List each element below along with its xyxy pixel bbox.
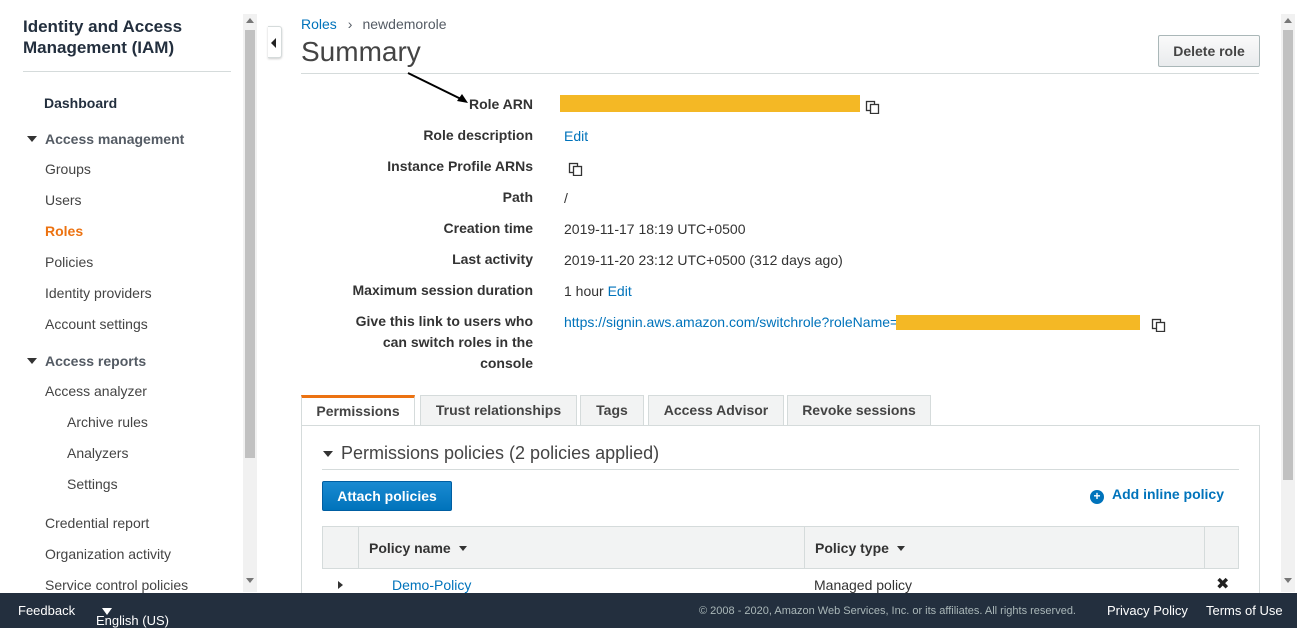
sidebar-item-analyzers[interactable]: Analyzers [67, 445, 128, 461]
sidebar-item-organization-activity[interactable]: Organization activity [45, 546, 171, 562]
footer: Feedback English (US) © 2008 - 2020, Ama… [0, 593, 1297, 628]
section-label: Access management [45, 131, 185, 147]
creation-time-label: Creation time [443, 220, 533, 236]
detach-policy-close-icon[interactable]: ✖ [1216, 574, 1229, 594]
tab-access-advisor[interactable]: Access Advisor [648, 395, 784, 425]
sidebar-section-access-management[interactable]: Access management [27, 131, 184, 147]
breadcrumb-current: newdemorole [362, 16, 447, 32]
policy-type-value: Managed policy [814, 577, 913, 593]
chevron-right-icon: › [347, 16, 353, 32]
plus-circle-icon: + [1090, 490, 1104, 504]
switch-role-link-label: Give this link to users who can switch r… [356, 311, 533, 374]
sidebar-item-account-settings[interactable]: Account settings [45, 316, 148, 332]
copy-icon[interactable] [1151, 316, 1167, 332]
column-divider [358, 527, 359, 568]
sidebar-item-service-control-policies[interactable]: Service control policies [45, 577, 188, 593]
copy-icon[interactable] [865, 98, 881, 114]
switch-role-label-line-1: Give this link to users who [355, 313, 533, 329]
sidebar-item-policies[interactable]: Policies [45, 254, 93, 270]
breadcrumb: Roles › newdemorole [301, 16, 447, 32]
feedback-link[interactable]: Feedback [18, 603, 75, 618]
role-description-label: Role description [423, 127, 533, 143]
tab-permissions[interactable]: Permissions [301, 395, 415, 426]
breadcrumb-roles-link[interactable]: Roles [301, 16, 337, 32]
main-scrollbar[interactable] [1281, 14, 1295, 592]
switch-role-label-line-3: console [480, 355, 533, 371]
sidebar-divider [23, 71, 231, 72]
tab-trust-relationships[interactable]: Trust relationships [420, 395, 577, 425]
switch-role-label-line-2: can switch roles in the [382, 334, 533, 350]
last-activity-label: Last activity [452, 251, 533, 267]
scroll-down-arrow-icon[interactable] [246, 578, 254, 583]
max-session-value: 1 hour Edit [564, 283, 632, 299]
main-scroll-thumb[interactable] [1283, 30, 1293, 480]
role-description-edit-link[interactable]: Edit [564, 128, 588, 144]
max-session-edit-link[interactable]: Edit [608, 283, 632, 299]
permissions-policies-header[interactable]: Permissions policies (2 policies applied… [323, 443, 659, 464]
section-label: Access reports [45, 353, 147, 369]
language-selector[interactable]: English (US) [96, 603, 169, 628]
sidebar: Identity and Access Management (IAM) Das… [0, 0, 243, 593]
redacted-role-name [896, 315, 1140, 330]
add-inline-policy-label: Add inline policy [1112, 486, 1225, 502]
redacted-role-arn [560, 95, 860, 112]
page-title: Summary [301, 36, 421, 67]
scroll-up-arrow-icon[interactable] [246, 18, 254, 23]
policy-type-header-label: Policy type [815, 540, 889, 556]
policy-name-header-label: Policy name [369, 540, 451, 556]
sidebar-item-users[interactable]: Users [45, 192, 82, 208]
permissions-policies-title: Permissions policies (2 policies applied… [341, 443, 660, 463]
column-header-policy-name[interactable]: Policy name [369, 540, 467, 556]
language-label: English (US) [96, 613, 169, 628]
delete-role-button[interactable]: Delete role [1158, 35, 1260, 67]
sidebar-scrollbar[interactable] [243, 14, 257, 592]
sidebar-item-credential-report[interactable]: Credential report [45, 515, 149, 531]
path-value: / [564, 190, 568, 206]
sidebar-item-archive-rules[interactable]: Archive rules [67, 414, 148, 430]
column-header-policy-type[interactable]: Policy type [815, 540, 905, 556]
max-session-label: Maximum session duration [352, 282, 533, 298]
sidebar-item-access-analyzer[interactable]: Access analyzer [45, 383, 147, 399]
scroll-up-arrow-icon[interactable] [1284, 18, 1292, 23]
sidebar-section-access-reports[interactable]: Access reports [27, 353, 146, 369]
policy-name-link[interactable]: Demo-Policy [392, 577, 471, 593]
add-inline-policy-link[interactable]: + Add inline policy [1090, 486, 1224, 504]
sidebar-item-settings[interactable]: Settings [67, 476, 118, 492]
creation-time-value: 2019-11-17 18:19 UTC+0500 [564, 221, 746, 237]
caret-down-icon [27, 358, 37, 364]
sidebar-item-roles[interactable]: Roles [45, 223, 83, 239]
switch-role-link[interactable]: https://signin.aws.amazon.com/switchrole… [564, 314, 898, 330]
annotation-arrow-icon [407, 72, 468, 103]
sidebar-item-groups[interactable]: Groups [45, 161, 91, 177]
sidebar-title: Identity and Access Management (IAM) [23, 17, 183, 57]
expand-row-icon[interactable] [338, 581, 343, 589]
path-label: Path [502, 189, 533, 205]
copyright-text: © 2008 - 2020, Amazon Web Services, Inc.… [699, 605, 1076, 617]
tab-tags[interactable]: Tags [580, 395, 644, 425]
policies-table-header: Policy name Policy type [322, 526, 1239, 569]
terms-of-use-link[interactable]: Terms of Use [1206, 603, 1283, 618]
role-arn-label: Role ARN [468, 96, 533, 112]
scroll-down-arrow-icon[interactable] [1284, 578, 1292, 583]
caret-down-icon [27, 136, 37, 142]
attach-policies-button[interactable]: Attach policies [322, 481, 452, 511]
instance-profile-label: Instance Profile ARNs [387, 158, 533, 174]
collapse-sidebar-button[interactable] [268, 26, 282, 58]
column-divider [1204, 527, 1205, 568]
tab-revoke-sessions[interactable]: Revoke sessions [787, 395, 931, 425]
permissions-divider [322, 469, 1239, 470]
sort-caret-icon [458, 546, 467, 551]
column-divider [804, 527, 805, 568]
privacy-policy-link[interactable]: Privacy Policy [1107, 603, 1188, 618]
sidebar-item-identity-providers[interactable]: Identity providers [45, 285, 152, 301]
last-activity-value: 2019-11-20 23:12 UTC+0500 (312 days ago) [564, 252, 843, 268]
sort-caret-icon [896, 546, 905, 551]
max-session-duration: 1 hour [564, 283, 604, 299]
sidebar-item-dashboard[interactable]: Dashboard [44, 95, 117, 111]
caret-down-icon [323, 451, 333, 457]
sidebar-scroll-thumb[interactable] [245, 30, 255, 458]
copy-icon[interactable] [568, 160, 584, 176]
